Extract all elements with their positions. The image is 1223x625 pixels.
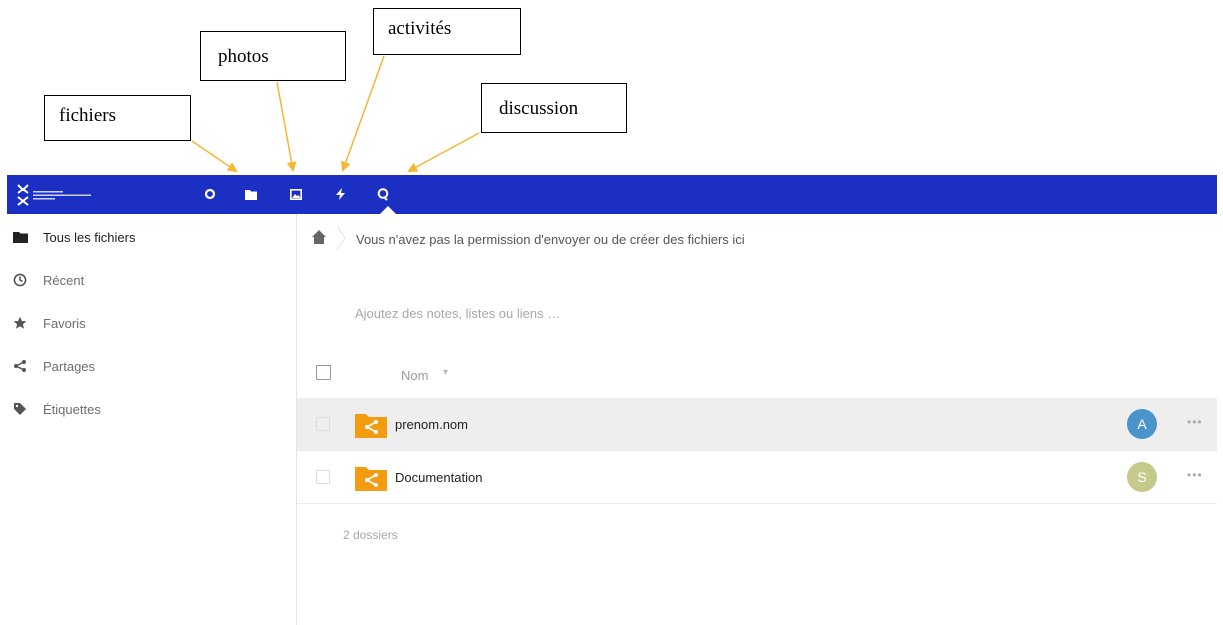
file-name[interactable]: Documentation <box>395 470 482 485</box>
callout-discussion: discussion <box>481 83 627 133</box>
share-icon <box>12 358 28 374</box>
callout-photos-text: photos <box>218 46 269 67</box>
shared-folder-icon <box>355 467 387 491</box>
arrow-fichiers <box>191 140 238 173</box>
breadcrumb-separator-icon <box>336 225 346 251</box>
sort-caret-icon[interactable]: ▾ <box>443 367 448 378</box>
shared-folder-icon <box>355 414 387 438</box>
callout-fichiers: fichiers <box>44 95 191 141</box>
callout-fichiers-text: fichiers <box>59 105 116 126</box>
arrow-discussion <box>407 132 480 172</box>
sidebar-item-recent[interactable]: Récent <box>0 259 296 301</box>
activity-icon[interactable] <box>331 185 349 203</box>
sidebar-item-label: Favoris <box>43 316 86 331</box>
sidebar-item-label: Étiquettes <box>43 402 101 417</box>
talk-icon[interactable] <box>374 185 392 203</box>
table-row[interactable]: prenom.nom A ••• <box>297 398 1217 451</box>
more-actions-icon[interactable]: ••• <box>1187 468 1203 482</box>
sidebar: Tous les fichiers Récent Favoris Partage… <box>0 214 297 625</box>
arrow-activites <box>341 55 385 172</box>
folder-icon <box>12 229 28 245</box>
callout-activites: activités <box>373 8 521 55</box>
photos-icon[interactable] <box>287 185 305 203</box>
select-all-checkbox[interactable] <box>316 365 331 380</box>
permission-message: Vous n'avez pas la permission d'envoyer … <box>356 232 745 247</box>
star-icon <box>12 315 28 331</box>
callout-photos: photos <box>200 31 346 81</box>
folder-count-summary: 2 dossiers <box>343 528 398 542</box>
header-bar <box>7 175 1217 215</box>
callout-activites-text: activités <box>388 18 452 39</box>
avatar[interactable]: S <box>1127 462 1157 492</box>
notes-input[interactable]: Ajoutez des notes, listes ou liens … <box>355 306 560 321</box>
files-icon[interactable] <box>242 185 260 203</box>
sidebar-item-shares[interactable]: Partages <box>0 345 296 387</box>
more-actions-icon[interactable]: ••• <box>1187 415 1203 429</box>
home-icon[interactable] <box>311 229 327 245</box>
file-name[interactable]: prenom.nom <box>395 417 468 432</box>
file-list-area: Vous n'avez pas la permission d'envoyer … <box>297 214 1217 625</box>
avatar[interactable]: A <box>1127 409 1157 439</box>
dashboard-icon[interactable] <box>201 185 219 203</box>
arrow-photos <box>276 81 297 172</box>
table-row[interactable]: Documentation S ••• <box>297 451 1217 504</box>
sidebar-item-all-files[interactable]: Tous les fichiers <box>0 216 296 258</box>
column-header-name[interactable]: Nom <box>401 368 428 383</box>
tag-icon <box>12 401 28 417</box>
callout-discussion-text: discussion <box>499 98 579 119</box>
sidebar-item-label: Tous les fichiers <box>43 230 136 245</box>
sidebar-item-tags[interactable]: Étiquettes <box>0 388 296 430</box>
clock-icon <box>12 272 28 288</box>
sidebar-item-label: Récent <box>43 273 85 288</box>
sidebar-item-label: Partages <box>43 359 96 374</box>
row-checkbox[interactable] <box>316 470 330 484</box>
row-checkbox[interactable] <box>316 417 330 431</box>
logo <box>17 184 91 206</box>
sidebar-item-favorites[interactable]: Favoris <box>0 302 296 344</box>
